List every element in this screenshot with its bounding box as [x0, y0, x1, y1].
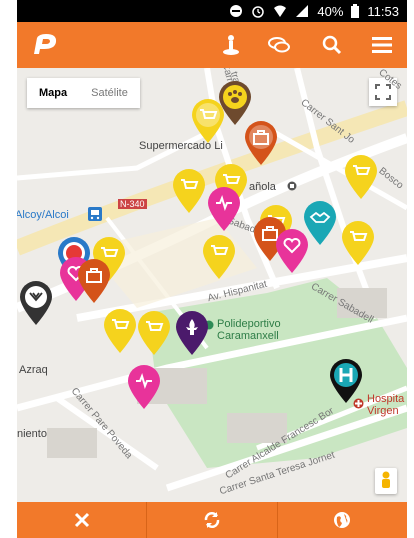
pin-supermarket-10[interactable]	[135, 310, 173, 356]
wifi-icon	[274, 5, 287, 17]
app-bar	[17, 22, 407, 68]
pin-supermarket-6[interactable]	[339, 220, 377, 266]
label-espanola: añola	[249, 181, 276, 193]
bottom-action-bar	[17, 502, 407, 538]
do-not-disturb-icon	[230, 5, 243, 17]
close-button[interactable]	[17, 502, 148, 538]
label-nento: niento	[17, 428, 47, 440]
label-alcoy: Alcoy/Alcoi	[17, 209, 69, 221]
battery-percent: 40%	[317, 3, 344, 19]
map-type-selector: Mapa Satélite	[27, 78, 140, 108]
pin-health-4[interactable]	[125, 364, 163, 410]
pin-supermarket-3[interactable]	[170, 168, 208, 214]
label-hospital-2: Virgen	[367, 405, 399, 417]
label-caramanxell: Caramanxell	[217, 330, 279, 342]
pin-scouts[interactable]	[173, 310, 211, 356]
chat-button[interactable]	[266, 32, 292, 58]
pin-supermarket-9[interactable]	[101, 308, 139, 354]
refresh-icon	[204, 512, 220, 528]
pin-supermarket-2[interactable]	[342, 154, 380, 200]
clock: 11:53	[367, 3, 399, 19]
label-n340: N-340	[118, 199, 147, 209]
alarm-icon	[252, 6, 265, 18]
map-view[interactable]: Mapa Satélite Supermercado Li añola Alco…	[17, 68, 407, 502]
globe-button[interactable]	[278, 502, 407, 538]
refresh-button[interactable]	[147, 502, 278, 538]
search-icon	[322, 35, 342, 55]
search-button[interactable]	[319, 32, 345, 58]
pin-medical[interactable]	[242, 120, 280, 166]
status-bar: 40% 11:53	[17, 0, 407, 22]
battery-icon	[351, 4, 360, 18]
app-screen: 40% 11:53 Mapa Satélite Supermercado Li …	[17, 0, 407, 538]
map-type-satellite-button[interactable]: Satélite	[79, 78, 140, 108]
pegman-icon	[382, 471, 390, 488]
museum-marker-icon	[287, 181, 297, 191]
label-polideportivo: Polideportivo	[217, 318, 281, 330]
label-azraq: Azraq	[19, 364, 48, 376]
signal-icon	[296, 5, 309, 17]
pin-medical-3[interactable]	[75, 258, 113, 304]
label-hospital-1: Hospita	[367, 393, 405, 405]
pin-supermarket-7[interactable]	[200, 234, 238, 280]
bus-station-icon	[88, 207, 102, 221]
hamburger-menu-icon	[372, 37, 392, 53]
pin-health-2[interactable]	[273, 228, 311, 274]
map-type-map-button[interactable]: Mapa	[27, 78, 79, 108]
menu-button[interactable]	[369, 32, 395, 58]
pin-hospital[interactable]	[327, 358, 365, 404]
person-pin-icon	[223, 35, 239, 55]
globe-icon	[334, 512, 351, 528]
close-icon	[74, 512, 89, 528]
pin-health[interactable]	[205, 186, 243, 232]
street-view-pegman-button[interactable]	[375, 468, 397, 494]
chat-icon	[268, 37, 290, 53]
person-pin-button[interactable]	[218, 32, 244, 58]
app-logo-icon[interactable]	[31, 32, 61, 58]
pin-services[interactable]	[17, 280, 55, 326]
